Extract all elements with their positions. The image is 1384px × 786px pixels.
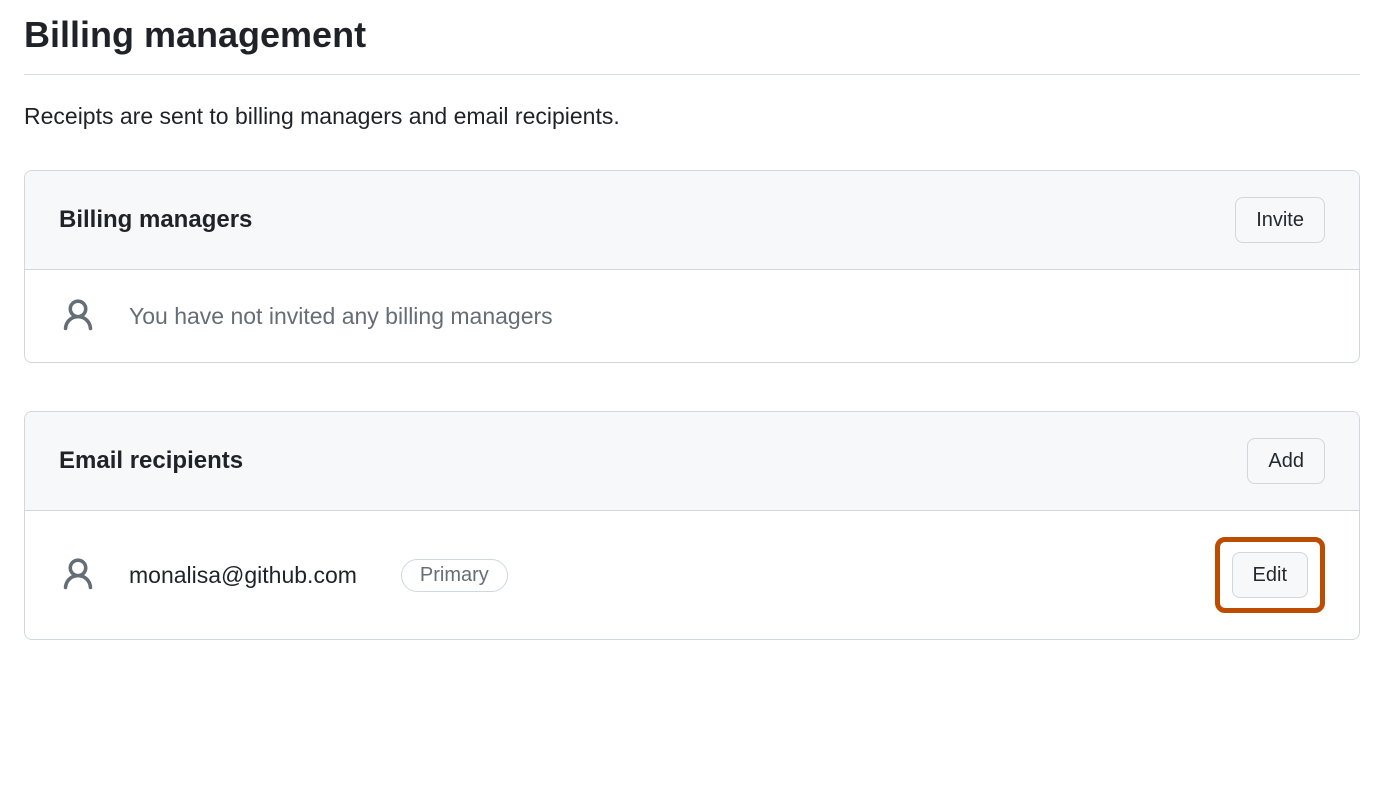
email-recipients-body: monalisa@github.com Primary Edit	[25, 511, 1359, 639]
page-title: Billing management	[24, 0, 1360, 75]
billing-managers-body: You have not invited any billing manager…	[25, 270, 1359, 362]
billing-managers-empty-row: You have not invited any billing manager…	[25, 270, 1359, 362]
primary-badge: Primary	[401, 559, 508, 592]
invite-button[interactable]: Invite	[1235, 197, 1325, 243]
email-recipients-panel: Email recipients Add monalisa@github.com…	[24, 411, 1360, 640]
edit-highlight: Edit	[1215, 537, 1325, 613]
billing-managers-header: Billing managers Invite	[25, 171, 1359, 270]
page-description: Receipts are sent to billing managers an…	[24, 103, 1360, 130]
edit-button[interactable]: Edit	[1232, 552, 1308, 598]
email-recipients-header: Email recipients Add	[25, 412, 1359, 511]
email-recipients-title: Email recipients	[59, 447, 243, 475]
recipient-email: monalisa@github.com	[129, 562, 357, 589]
billing-managers-title: Billing managers	[59, 206, 252, 234]
person-icon	[59, 296, 97, 336]
add-button[interactable]: Add	[1247, 438, 1325, 484]
billing-managers-panel: Billing managers Invite You have not inv…	[24, 170, 1360, 363]
email-recipient-row: monalisa@github.com Primary Edit	[25, 511, 1359, 639]
person-icon	[59, 555, 97, 595]
billing-managers-empty-text: You have not invited any billing manager…	[129, 303, 1325, 330]
